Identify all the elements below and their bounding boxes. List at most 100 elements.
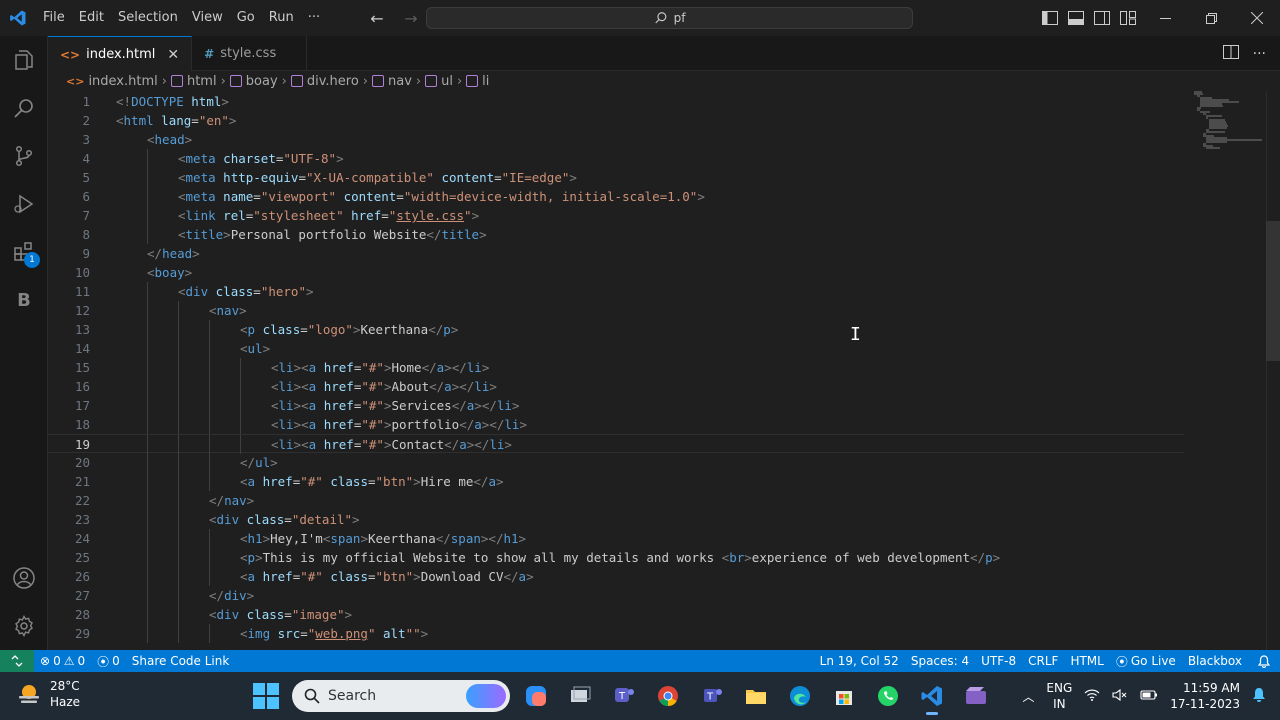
menu-selection[interactable]: Selection	[111, 0, 185, 36]
go-live-button[interactable]: ⦿ Go Live	[1110, 653, 1182, 670]
toggle-panel-icon[interactable]	[1066, 8, 1086, 28]
code-line[interactable]: 20 </ul>	[48, 453, 1184, 472]
code-line[interactable]: 27 </div>	[48, 586, 1184, 605]
code-line[interactable]: 18 <li><a href="#">portfolio</a></li>	[48, 415, 1184, 434]
code-line[interactable]: 7 <link rel="stylesheet" href="style.css"…	[48, 206, 1184, 225]
split-editor-icon[interactable]	[1222, 44, 1239, 63]
code-line[interactable]: 28 <div class="image">	[48, 605, 1184, 624]
edge-icon[interactable]	[782, 676, 818, 716]
code-line[interactable]: 1 <!DOCTYPE html>	[48, 92, 1184, 111]
close-tab-icon[interactable]: ✕	[167, 47, 179, 63]
file-explorer-icon[interactable]	[738, 676, 774, 716]
restore-icon[interactable]	[1188, 0, 1234, 36]
code-line[interactable]: 16 <li><a href="#">About</a></li>	[48, 377, 1184, 396]
weather-widget[interactable]: 28°C Haze	[16, 678, 80, 710]
menu-file[interactable]: File	[36, 0, 72, 36]
toggle-secondary-sidebar-icon[interactable]	[1092, 8, 1112, 28]
code-line[interactable]: 15 <li><a href="#">Home</a></li>	[48, 358, 1184, 377]
code-line[interactable]: 6 <meta name="viewport" content="width=de…	[48, 187, 1184, 206]
breadcrumb-item[interactable]: boay	[229, 74, 278, 89]
code-line[interactable]: 17 <li><a href="#">Services</a></li>	[48, 396, 1184, 415]
code-line[interactable]: 11 <div class="hero">	[48, 282, 1184, 301]
source-control-icon[interactable]	[0, 132, 48, 180]
more-actions-icon[interactable]: ···	[1253, 46, 1266, 62]
code-line[interactable]: 3 <head>	[48, 130, 1184, 149]
file-encoding[interactable]: UTF-8	[975, 654, 1022, 668]
search-sidebar-icon[interactable]	[0, 84, 48, 132]
customize-layout-icon[interactable]	[1118, 8, 1138, 28]
breadcrumb-item[interactable]: <> index.html	[66, 74, 158, 89]
whatsapp-icon[interactable]	[870, 676, 906, 716]
end-of-line[interactable]: CRLF	[1022, 654, 1064, 668]
language-mode[interactable]: HTML	[1064, 654, 1109, 668]
menu-run[interactable]: Run	[262, 0, 301, 36]
code-line[interactable]: 21 <a href="#" class="btn">Hire me</a>	[48, 472, 1184, 491]
breadcrumb-item[interactable]: li	[466, 74, 489, 89]
windows-start-icon[interactable]	[252, 682, 280, 710]
code-line[interactable]: 9 </head>	[48, 244, 1184, 263]
minimize-icon[interactable]	[1142, 0, 1188, 36]
settings-gear-icon[interactable]	[0, 602, 48, 650]
clipchamp-icon[interactable]	[958, 676, 994, 716]
chrome-icon[interactable]	[650, 676, 686, 716]
taskbar-search[interactable]: Search	[292, 680, 510, 712]
code-line[interactable]: 8 <title>Personal portfolio Website</titl…	[48, 225, 1184, 244]
ports-indicator[interactable]: ⦿ 0	[91, 653, 126, 670]
run-debug-icon[interactable]	[0, 180, 48, 228]
breadcrumb-item[interactable]: ul	[425, 74, 453, 89]
minimap[interactable]	[1194, 91, 1268, 151]
cursor-position[interactable]: Ln 19, Col 52	[814, 654, 905, 668]
show-hidden-icons-chevron-icon[interactable]: ︿	[1022, 688, 1034, 705]
share-code-link[interactable]: Share Code Link	[126, 654, 236, 668]
code-line[interactable]: 24 <h1>Hey,I'm<span>Keerthana</span></h1>	[48, 529, 1184, 548]
battery-icon[interactable]	[1140, 689, 1158, 704]
code-line[interactable]: 4 <meta charset="UTF-8">	[48, 149, 1184, 168]
vertical-scrollbar[interactable]	[1266, 91, 1280, 650]
breadcrumb-item[interactable]: html	[170, 74, 217, 89]
code-line[interactable]: 19 <li><a href="#">Contact</a></li>	[48, 434, 1184, 454]
teams-icon[interactable]: T	[694, 676, 730, 716]
wifi-icon[interactable]	[1084, 689, 1100, 704]
blackbox-icon[interactable]: B	[0, 276, 48, 324]
code-line[interactable]: 23 <div class="detail">	[48, 510, 1184, 529]
close-window-icon[interactable]	[1234, 0, 1280, 36]
tab-style-css[interactable]: # style.css	[192, 36, 308, 71]
code-line[interactable]: 2 <html lang="en">	[48, 111, 1184, 130]
microsoft-store-icon[interactable]	[826, 676, 862, 716]
scrollbar-thumb[interactable]	[1266, 221, 1280, 361]
system-clock[interactable]: 11:59 AM 17-11-2023	[1170, 680, 1240, 712]
menu-view[interactable]: View	[185, 0, 230, 36]
volume-muted-icon[interactable]	[1112, 688, 1128, 704]
code-line[interactable]: 25 <p>This is my official Website to show…	[48, 548, 1184, 567]
menu-edit[interactable]: Edit	[72, 0, 111, 36]
code-line[interactable]: 22 </nav>	[48, 491, 1184, 510]
code-line[interactable]: 10 <boay>	[48, 263, 1184, 282]
extensions-icon[interactable]: 1	[0, 228, 48, 276]
vscode-taskbar-icon[interactable]	[914, 676, 950, 716]
command-center-search[interactable]: pf	[426, 7, 913, 29]
code-line[interactable]: 5 <meta http-equiv="X-UA-compatible" cont…	[48, 168, 1184, 187]
code-line[interactable]: 13 <p class="logo">Keerthana</p>	[48, 320, 1184, 339]
blackbox-status[interactable]: Blackbox	[1182, 654, 1248, 668]
back-arrow-icon[interactable]: ←	[364, 5, 390, 31]
forward-arrow-icon[interactable]: →	[398, 5, 424, 31]
code-line[interactable]: 14 <ul>	[48, 339, 1184, 358]
code-line[interactable]: 26 <a href="#" class="btn">Download CV</a…	[48, 567, 1184, 586]
code-editor[interactable]: I 1 <!DOCTYPE html> 2 <html lang="en"> 3 <hea…	[48, 91, 1280, 650]
tab-index-html[interactable]: <> index.html ✕	[48, 36, 193, 72]
indentation[interactable]: Spaces: 4	[905, 654, 975, 668]
menu-more[interactable]: ···	[301, 0, 327, 36]
toggle-primary-sidebar-icon[interactable]	[1040, 8, 1060, 28]
breadcrumb-item[interactable]: div.hero	[290, 74, 359, 89]
notifications-bell-icon[interactable]	[1248, 654, 1280, 668]
task-view-icon[interactable]	[562, 676, 598, 716]
explorer-icon[interactable]	[0, 36, 48, 84]
code-line[interactable]: 12 <nav>	[48, 301, 1184, 320]
menu-go[interactable]: Go	[230, 0, 262, 36]
input-language[interactable]: ENG IN	[1046, 680, 1072, 712]
notification-center-bell-icon[interactable]	[1252, 687, 1266, 706]
remote-indicator-icon[interactable]	[0, 650, 34, 672]
problems-indicator[interactable]: ⊗ 0 ⚠ 0	[34, 654, 91, 668]
teams-chat-icon[interactable]: T	[606, 676, 642, 716]
account-icon[interactable]	[0, 554, 48, 602]
